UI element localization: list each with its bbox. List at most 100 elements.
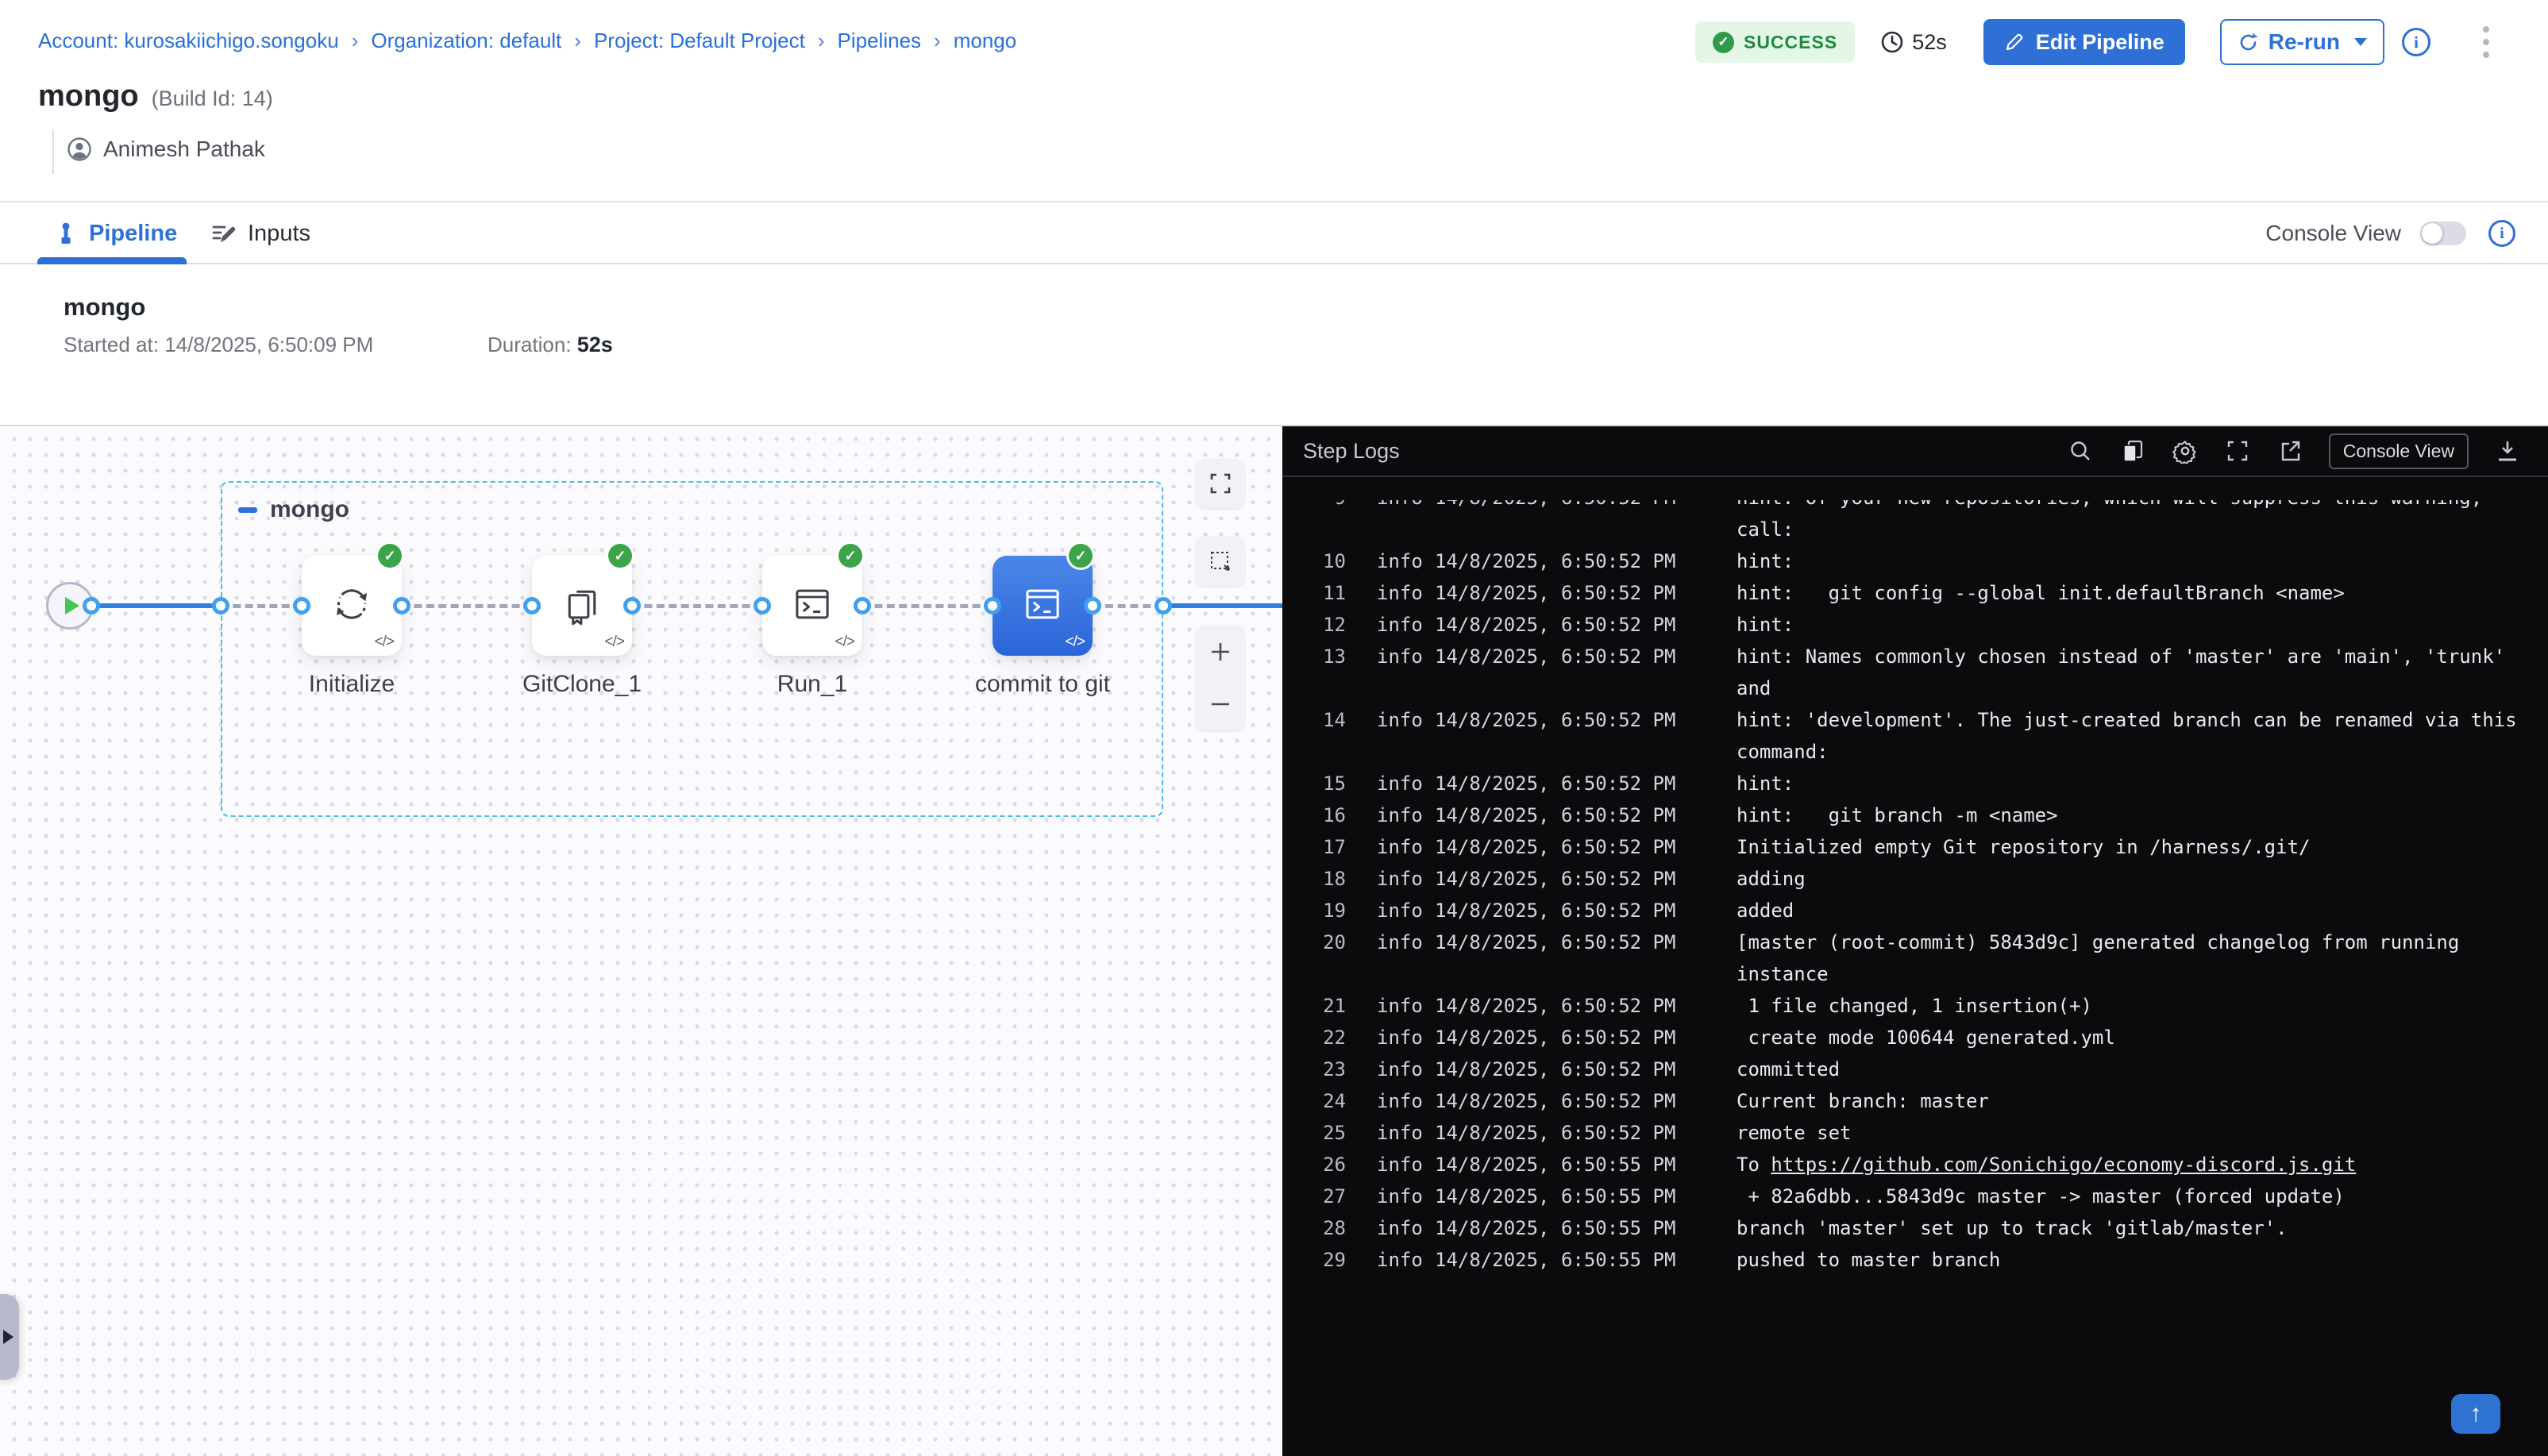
- page-title: mongo: [38, 79, 139, 114]
- git-clone-icon: [561, 583, 603, 630]
- fullscreen-icon[interactable]: [2224, 437, 2251, 464]
- console-view-label: Console View: [2265, 221, 2401, 246]
- chevron-down-icon[interactable]: [2354, 38, 2367, 46]
- connector-port[interactable]: [1155, 597, 1172, 614]
- stage-group-name: mongo: [270, 496, 349, 523]
- pipeline-canvas[interactable]: mongo </>✓Initialize </>✓GitClone_1 </>✓…: [0, 426, 1282, 1456]
- log-line-number: 14: [1317, 704, 1346, 736]
- breadcrumb-item[interactable]: Account: kurosakiichigo.songoku: [38, 29, 339, 53]
- user-avatar-icon: [67, 137, 92, 162]
- breadcrumb-item[interactable]: mongo: [954, 29, 1017, 53]
- scroll-to-top-button[interactable]: ↑: [2451, 1394, 2500, 1434]
- edge-solid: [1163, 603, 1282, 608]
- console-view-info-icon[interactable]: i: [2488, 220, 2515, 247]
- log-console-view-button[interactable]: Console View: [2329, 433, 2469, 469]
- active-tab-underline: [37, 257, 187, 264]
- log-message: branch 'master' set up to track 'gitlab/…: [1737, 1212, 2548, 1244]
- pipeline-node-initialize[interactable]: </>: [302, 556, 402, 656]
- pipeline-node-gitclone_1[interactable]: </>: [532, 556, 632, 656]
- gear-icon[interactable]: [2172, 437, 2199, 464]
- log-line-number: 18: [1317, 863, 1346, 895]
- top-bar: Account: kurosakiichigo.songoku›Organiza…: [0, 0, 2548, 201]
- breadcrumb-item[interactable]: Pipelines: [838, 29, 922, 53]
- log-row: 22 info 14/8/2025, 6:50:52 PM create mod…: [1282, 1022, 2548, 1053]
- log-row: 19 info 14/8/2025, 6:50:52 PM added: [1282, 895, 2548, 926]
- log-timestamp: 14/8/2025, 6:50:52 PM: [1435, 577, 1675, 609]
- connector-port[interactable]: [83, 597, 100, 614]
- connector-port[interactable]: [754, 597, 771, 614]
- log-level: info: [1377, 641, 1423, 672]
- edge-dashed: [632, 604, 762, 608]
- log-message: hint:: [1737, 768, 2548, 799]
- connector-port[interactable]: [854, 597, 871, 614]
- rerun-button[interactable]: Re-run: [2220, 19, 2384, 65]
- connector-port[interactable]: [393, 597, 411, 614]
- log-timestamp: 14/8/2025, 6:50:52 PM: [1435, 1085, 1675, 1117]
- log-line-number: 17: [1317, 831, 1346, 863]
- log-row: 23 info 14/8/2025, 6:50:52 PM committed: [1282, 1053, 2548, 1085]
- tab-pipeline[interactable]: Pipeline: [54, 202, 177, 264]
- log-link[interactable]: https://github.com/Sonichigo/economy-dis…: [1771, 1154, 2356, 1176]
- log-level: info: [1377, 926, 1423, 958]
- breadcrumb: Account: kurosakiichigo.songoku›Organiza…: [38, 29, 1016, 53]
- sync-icon: [330, 583, 373, 630]
- connector-port[interactable]: [984, 597, 1001, 614]
- step-logs-header: Step Logs Console View: [1282, 426, 2548, 477]
- log-line-number: 9: [1317, 500, 1346, 514]
- console-view-toggle[interactable]: [2420, 221, 2466, 245]
- more-options-button[interactable]: [2480, 23, 2492, 61]
- download-icon[interactable]: [2494, 437, 2521, 464]
- connector-port[interactable]: [623, 597, 641, 614]
- log-timestamp: 14/8/2025, 6:50:55 PM: [1435, 1149, 1675, 1181]
- run-info-bar: mongo Started at: 14/8/2025, 6:50:09 PM …: [0, 264, 2548, 426]
- step-logs-panel: Step Logs Console View: [1282, 426, 2548, 1456]
- log-level: info: [1377, 1085, 1423, 1117]
- log-message: [master (root-commit) 5843d9c] generated…: [1737, 926, 2548, 990]
- expand-left-panel-handle[interactable]: [0, 1294, 19, 1380]
- external-link-icon[interactable]: [2276, 437, 2303, 464]
- run-started: Started at: 14/8/2025, 6:50:09 PM: [64, 333, 373, 357]
- log-row: 18 info 14/8/2025, 6:50:52 PM adding: [1282, 863, 2548, 895]
- connector-port[interactable]: [523, 597, 541, 614]
- log-row: 10 info 14/8/2025, 6:50:52 PM hint:: [1282, 545, 2548, 577]
- log-level: info: [1377, 704, 1423, 736]
- zoom-in-button[interactable]: [1196, 628, 1245, 676]
- canvas-fullscreen-button[interactable]: [1196, 459, 1245, 508]
- log-message: hint:: [1737, 545, 2548, 577]
- pencil-icon: [2004, 32, 2025, 52]
- log-message: hint: git config --global init.defaultBr…: [1737, 577, 2548, 609]
- log-body[interactable]: 9 info 14/8/2025, 6:50:52 PM hint: of yo…: [1282, 500, 2548, 1456]
- breadcrumb-item[interactable]: Organization: default: [371, 29, 561, 53]
- canvas-select-region-button[interactable]: [1196, 537, 1245, 586]
- zoom-out-button[interactable]: [1196, 680, 1245, 728]
- connector-port[interactable]: [212, 597, 229, 614]
- edit-pipeline-button[interactable]: Edit Pipeline: [1983, 19, 2185, 65]
- log-line-number: 25: [1317, 1117, 1346, 1149]
- log-message: remote set: [1737, 1117, 2548, 1149]
- pipeline-execution-page: Account: kurosakiichigo.songoku›Organiza…: [0, 0, 2548, 1456]
- build-id: (Build Id: 14): [152, 87, 273, 111]
- edge-dashed: [221, 604, 302, 608]
- connector-port[interactable]: [1084, 597, 1101, 614]
- log-message: hint: of your new repositories, which wi…: [1737, 500, 2548, 545]
- node-label: Initialize: [225, 671, 479, 698]
- search-icon[interactable]: [2067, 437, 2094, 464]
- pipeline-node-commit-to-git[interactable]: </>: [993, 556, 1093, 656]
- log-line-number: 10: [1317, 545, 1346, 577]
- pipeline-node-run_1[interactable]: </>: [762, 556, 862, 656]
- log-level: info: [1377, 500, 1423, 514]
- connector-port[interactable]: [293, 597, 310, 614]
- log-message: To https://github.com/Sonichigo/economy-…: [1737, 1149, 2548, 1181]
- author-rail: [52, 129, 54, 174]
- log-message: hint: git branch -m <name>: [1737, 799, 2548, 831]
- log-timestamp: 14/8/2025, 6:50:52 PM: [1435, 863, 1675, 895]
- tab-inputs[interactable]: Inputs: [211, 202, 310, 264]
- breadcrumb-item[interactable]: Project: Default Project: [594, 29, 805, 53]
- copy-icon[interactable]: [2119, 437, 2146, 464]
- terminal-icon: [791, 583, 834, 630]
- edge-dashed: [862, 604, 993, 608]
- rerun-info-icon[interactable]: i: [2402, 28, 2430, 56]
- collapse-group-icon[interactable]: [238, 507, 257, 513]
- log-row: 15 info 14/8/2025, 6:50:52 PM hint:: [1282, 768, 2548, 799]
- log-line-number: 29: [1317, 1244, 1346, 1276]
